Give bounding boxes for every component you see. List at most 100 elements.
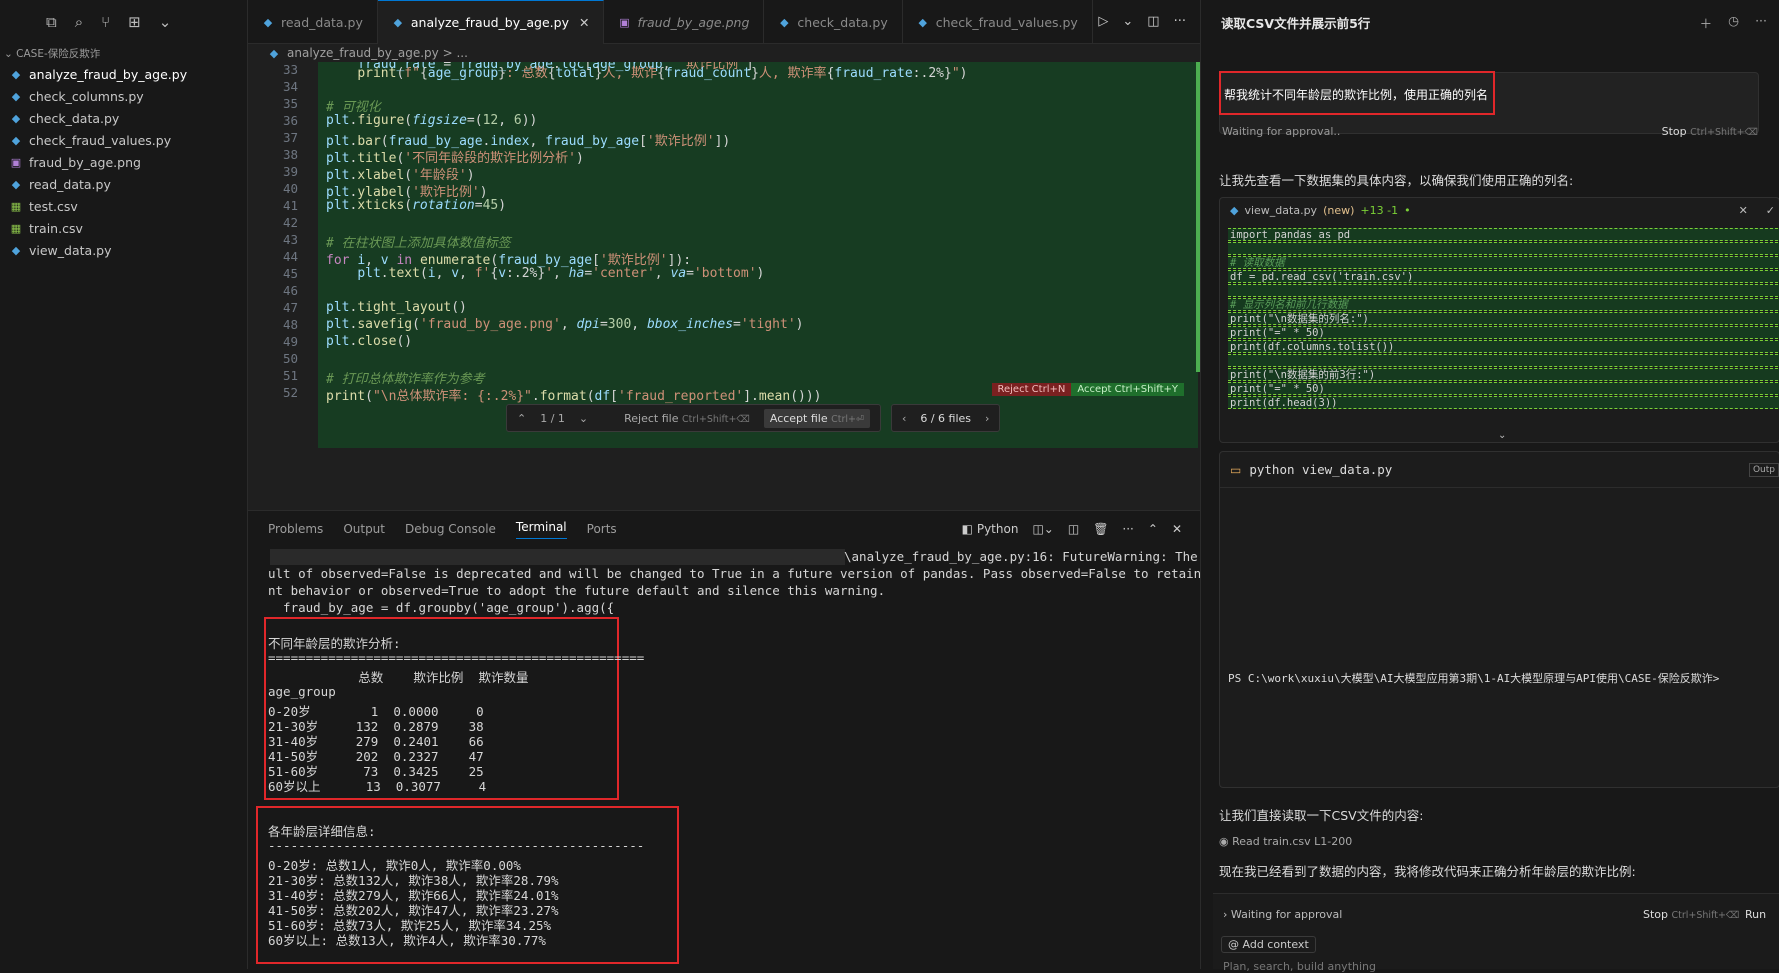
close-icon[interactable]: ✕ (1172, 522, 1182, 536)
approval-toggle[interactable]: › Waiting for approval (1223, 908, 1342, 921)
folder-root[interactable]: ⌄ CASE-保险反欺诈 (0, 44, 247, 64)
code-edit-block: ◆ view_data.py (new) +13 -1 • ✕ ✓ import… (1219, 197, 1779, 443)
waiting-status: Waiting for approval.. (1222, 125, 1341, 138)
new-badge: (new) (1323, 203, 1355, 217)
code-line: print("\n数据集的列名:") (1228, 312, 1779, 325)
editor-tabs: ◆ read_data.py ◆ analyze_fraud_by_age.py ✕ … (248, 0, 1200, 44)
output-toggle[interactable]: Outp (1748, 462, 1779, 477)
code-line: # 读取数据 (1228, 256, 1779, 269)
diff-nav: ⌃ 1 / 1 ⌄ Reject file Ctrl+Shift+⌫ Accep… (506, 404, 881, 432)
terminal-icon: ▭ (1230, 462, 1242, 477)
chevron-down-icon[interactable]: ⌄ (1498, 430, 1506, 441)
chevron-up-icon[interactable]: ⌃ (517, 412, 526, 425)
tab-output[interactable]: Output (343, 522, 385, 536)
csv-file-icon: ▦ (10, 222, 22, 235)
reject-file-button[interactable]: Reject file Ctrl+Shift+⌫ (624, 412, 750, 425)
search-icon[interactable]: ⌕ (75, 13, 83, 31)
more-icon[interactable]: ··· (1755, 13, 1767, 32)
code-line: plt.xticks(rotation=45) (326, 198, 507, 213)
tab-check-fraud-values[interactable]: ◆ check_fraud_values.py (903, 0, 1093, 44)
split-icon[interactable]: ◫ (1068, 522, 1079, 536)
code-line: plt.tight_layout() (326, 300, 467, 315)
code-line: print(df.columns.tolist()) (1228, 340, 1779, 353)
tab-fraud-by-age-png[interactable]: ▣ fraud_by_age.png (604, 0, 765, 44)
python-file-icon: ◆ (393, 16, 403, 29)
line-number: 41 (282, 198, 298, 213)
explorer-icon[interactable]: ⧉ (46, 13, 57, 31)
code-line: import pandas as pd (1228, 228, 1779, 241)
code-line (1228, 354, 1779, 367)
maximize-icon[interactable]: ⌃ (1148, 522, 1158, 536)
source-control-icon[interactable]: ⑂ (101, 13, 110, 31)
stop-button[interactable]: Stop Ctrl+Shift+⌫ (1643, 908, 1739, 921)
chevron-down-icon[interactable]: ⌄ (579, 412, 588, 425)
file-item[interactable]: ◆ view_data.py (0, 240, 247, 262)
tab-debug-console[interactable]: Debug Console (405, 522, 496, 536)
run-icon[interactable]: ▷ (1098, 14, 1108, 29)
line-number: 45 (282, 266, 298, 281)
chevron-down-icon[interactable]: ⌄ (159, 13, 172, 31)
python-file-icon: ◆ (1230, 203, 1239, 217)
line-number: 42 (282, 215, 298, 230)
python-file-icon: ◆ (11, 244, 21, 257)
split-editor-icon[interactable]: ◫ (1147, 14, 1159, 29)
editor-actions: ▷ ⌄ ◫ ··· (1098, 0, 1200, 43)
breadcrumb-label: analyze_fraud_by_age.py > ... (287, 46, 468, 60)
accept-change-button[interactable]: Accept Ctrl+Shift+Y (1071, 383, 1184, 396)
stop-button[interactable]: Stop Ctrl+Shift+⌫ (1662, 125, 1758, 138)
tab-read-data[interactable]: ◆ read_data.py (248, 0, 378, 44)
tab-check-data[interactable]: ◆ check_data.py (764, 0, 903, 44)
terminal-line: ----------------------------------------… (268, 838, 645, 853)
chevron-right-icon[interactable]: › (985, 412, 989, 425)
line-number: 38 (282, 147, 298, 162)
file-item[interactable]: ◆ check_columns.py (0, 86, 247, 108)
file-item[interactable]: ▦ train.csv (0, 218, 247, 240)
chat-input[interactable]: Plan, search, build anything (1223, 960, 1376, 973)
table-row: 60岁以上 13 0.3077 4 (268, 779, 487, 794)
file-list: ◆ analyze_fraud_by_age.py ◆ check_columns.p… (0, 64, 247, 262)
check-icon[interactable]: ✓ (1766, 204, 1775, 217)
line-number: 50 (282, 351, 298, 366)
close-icon[interactable]: ✕ (1739, 204, 1748, 217)
panel-actions: ◧ Python ◫⌄ ◫ 🗑 ··· ⌃ ✕ (962, 522, 1200, 536)
split-terminal-icon[interactable]: ◫⌄ (1032, 522, 1053, 536)
more-icon[interactable]: ··· (1174, 14, 1186, 29)
close-icon[interactable]: ✕ (579, 15, 589, 30)
chevron-left-icon[interactable]: ‹ (902, 412, 906, 425)
line-number: 49 (282, 334, 298, 349)
file-item[interactable]: ▣ fraud_by_age.png (0, 152, 247, 174)
list-item: 60岁以上: 总数13人, 欺诈4人, 欺诈率30.77% (268, 933, 546, 948)
file-item[interactable]: ◆ check_fraud_values.py (0, 130, 247, 152)
terminal-shell[interactable]: ◧ Python (962, 522, 1019, 536)
assistant-message: 让我先查看一下数据集的具体内容，以确保我们使用正确的列名: (1219, 173, 1574, 188)
accept-file-button[interactable]: Accept file Ctrl+⏎ (763, 408, 870, 428)
trash-icon[interactable]: 🗑 (1093, 522, 1108, 536)
file-item[interactable]: ◆ read_data.py (0, 174, 247, 196)
extensions-icon[interactable]: ⊞ (128, 13, 141, 31)
file-item[interactable]: ◆ check_data.py (0, 108, 247, 130)
plus-icon[interactable]: ＋ (1700, 13, 1713, 32)
tab-terminal[interactable]: Terminal (515, 520, 567, 539)
line-number: 39 (282, 164, 298, 179)
history-icon[interactable]: ◷ (1728, 13, 1739, 32)
diff-review-bar: ⌃ 1 / 1 ⌄ Reject file Ctrl+Shift+⌫ Accep… (506, 404, 1001, 432)
chevron-down-icon[interactable]: ⌄ (1122, 14, 1133, 29)
more-icon[interactable]: ··· (1122, 522, 1133, 536)
add-context-button[interactable]: @ Add context (1221, 936, 1316, 953)
files-nav: ‹ 6 / 6 files › (890, 404, 1001, 432)
file-item-label: test.csv (29, 199, 78, 214)
run-button[interactable]: Run (1745, 908, 1766, 921)
user-message[interactable]: 帮我统计不同年龄层的欺诈比例，使用正确的列名 Waiting for appro… (1219, 71, 1759, 138)
tab-analyze-fraud-by-age[interactable]: ◆ analyze_fraud_by_age.py ✕ (377, 0, 605, 44)
file-item[interactable]: ◆ analyze_fraud_by_age.py (0, 64, 247, 86)
python-file-icon: ◆ (11, 112, 21, 125)
breadcrumb[interactable]: ◆ analyze_fraud_by_age.py > ... (248, 44, 1200, 62)
line-number: 33 (282, 62, 298, 77)
tab-ports[interactable]: Ports (587, 522, 617, 536)
file-item[interactable]: ▦ test.csv (0, 196, 247, 218)
chat-header: 读取CSV文件并展示前5行 ＋ ◷ ··· (1201, 0, 1779, 44)
code-line: plt.savefig('fraud_by_age.png', dpi=300,… (326, 317, 804, 332)
read-file-step[interactable]: ◉ Read train.csv L1-200 (1219, 835, 1352, 848)
reject-change-button[interactable]: Reject Ctrl+N (991, 383, 1072, 396)
tab-problems[interactable]: Problems (268, 522, 323, 536)
